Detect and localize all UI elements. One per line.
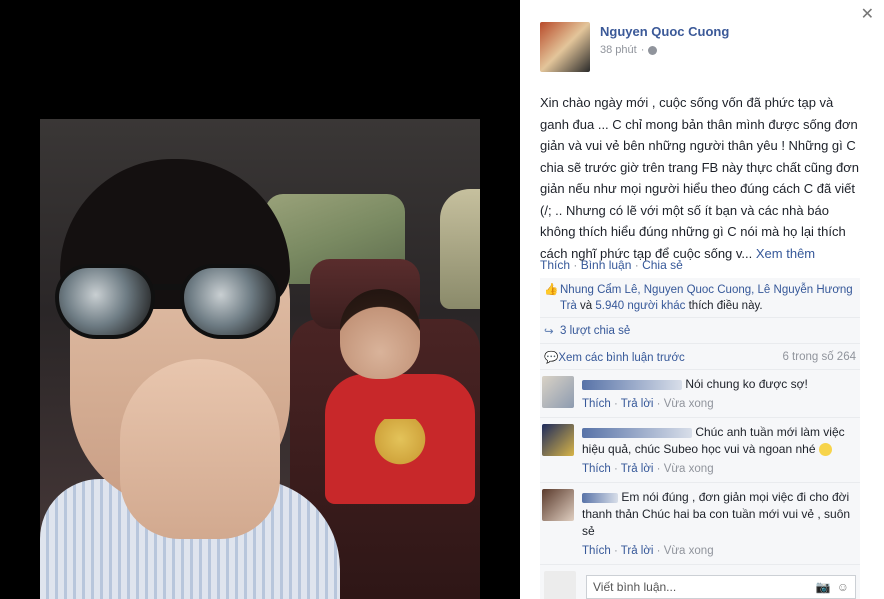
comment-text: Em nói đúng , đơn giản mọi việc đi cho đ… — [582, 490, 851, 538]
right-lens — [180, 264, 280, 339]
comment-text: Nói chung ko được sợ! — [685, 377, 808, 391]
author-avatar[interactable] — [540, 22, 590, 72]
comment-like[interactable]: Thích — [582, 398, 611, 410]
child-head — [340, 289, 420, 379]
comment-placeholder: Viết bình luận... — [593, 580, 677, 594]
shirt-print — [360, 419, 440, 469]
comment-composer: Viết bình luận... 📷 ☺ — [540, 565, 860, 599]
likers-others[interactable]: 5.940 người khác — [595, 300, 685, 312]
comment-like[interactable]: Thích — [582, 463, 611, 475]
commenter-avatar[interactable] — [542, 489, 574, 521]
comment-reply[interactable]: Trả lời — [621, 463, 654, 475]
commenter-avatar[interactable] — [542, 424, 574, 456]
comment-actions: Thích · Trả lời · Vừa xong — [582, 545, 714, 557]
thumbs-up-icon: 👍 — [544, 284, 559, 296]
photo-area — [0, 0, 520, 599]
comment-input[interactable]: Viết bình luận... 📷 ☺ — [586, 575, 856, 599]
shares-count[interactable]: 3 lượt chia sẻ — [560, 325, 630, 337]
author-name[interactable]: Nguyen Quoc Cuong — [600, 24, 729, 39]
comment-item: Nói chung ko được sợ! Thích · Trả lời · … — [540, 370, 860, 418]
post-header: Nguyen Quoc Cuong 38 phút · — [540, 22, 729, 72]
post-time-row: 38 phút · — [600, 44, 729, 56]
share-icon: ↪ — [544, 325, 554, 338]
viewer-avatar — [544, 571, 576, 599]
emoji-icon[interactable]: ☺ — [837, 580, 849, 594]
photo-viewer: ✕ Nguyen Quoc Cuong 38 phút · Xin chào n… — [0, 0, 884, 599]
comment-time[interactable]: Vừa xong — [664, 545, 714, 557]
view-previous-comments[interactable]: Xem các bình luận trước — [558, 352, 684, 364]
camera-icon[interactable]: 📷 — [816, 580, 831, 594]
smile-emoji-icon — [818, 443, 832, 457]
comment-item: Em nói đúng , đơn giản mọi việc đi cho đ… — [540, 483, 860, 565]
post-panel: ✕ Nguyen Quoc Cuong 38 phút · Xin chào n… — [520, 0, 884, 599]
feedback-box: 👍 Nhung Cẩm Lê, Nguyen Quoc Cuong, Lê Ng… — [540, 278, 860, 599]
comment-time[interactable]: Vừa xong — [664, 398, 714, 410]
see-more-link[interactable]: Xem thêm — [756, 246, 815, 261]
close-icon[interactable]: ✕ — [861, 4, 874, 24]
comment-actions: Thích · Trả lời · Vừa xong — [582, 463, 714, 475]
shares-row: ↪ 3 lượt chia sẻ — [540, 318, 860, 344]
comment-body: Nói chung ko được sợ! Thích · Trả lời · … — [582, 376, 856, 413]
comment-actions: Thích · Trả lời · Vừa xong — [582, 398, 714, 410]
like-link[interactable]: Thích — [540, 258, 570, 272]
side-window — [440, 189, 480, 309]
commenter-avatar[interactable] — [542, 376, 574, 408]
post-actions: Thích · Bình luận · Chia sẻ — [540, 258, 683, 272]
comment-like[interactable]: Thích — [582, 545, 611, 557]
post-time[interactable]: 38 phút — [600, 44, 637, 56]
previous-comments-row: 💬Xem các bình luận trước 6 trong số 264 — [540, 344, 860, 370]
man-hand — [120, 359, 280, 539]
post-photo[interactable] — [40, 119, 480, 599]
comment-item: Chúc anh tuần mới làm việc hiệu quả, chú… — [540, 418, 860, 483]
comment-time[interactable]: Vừa xong — [664, 463, 714, 475]
post-body: Xin chào ngày mới , cuộc sống vốn đã phứ… — [540, 92, 860, 264]
post-meta: Nguyen Quoc Cuong 38 phút · — [600, 22, 729, 72]
globe-icon[interactable] — [648, 45, 658, 55]
share-link[interactable]: Chia sẻ — [642, 258, 683, 272]
likes-summary: 👍 Nhung Cẩm Lê, Nguyen Quoc Cuong, Lê Ng… — [540, 278, 860, 318]
commenter-name[interactable] — [582, 427, 692, 438]
left-lens — [55, 264, 155, 339]
glasses-bridge — [153, 284, 183, 290]
commenter-name[interactable] — [582, 379, 682, 390]
sunglasses — [55, 264, 285, 344]
commenter-name[interactable] — [582, 492, 618, 503]
comment-link[interactable]: Bình luận — [581, 258, 632, 272]
comment-body: Chúc anh tuần mới làm việc hiệu quả, chú… — [582, 424, 856, 478]
comment-reply[interactable]: Trả lời — [621, 398, 654, 410]
post-text: Xin chào ngày mới , cuộc sống vốn đã phứ… — [540, 95, 860, 261]
comment-count: 6 trong số 264 — [782, 350, 856, 363]
comment-icon: 💬 — [544, 351, 559, 364]
comment-body: Em nói đúng , đơn giản mọi việc đi cho đ… — [582, 489, 856, 560]
comment-reply[interactable]: Trả lời — [621, 545, 654, 557]
